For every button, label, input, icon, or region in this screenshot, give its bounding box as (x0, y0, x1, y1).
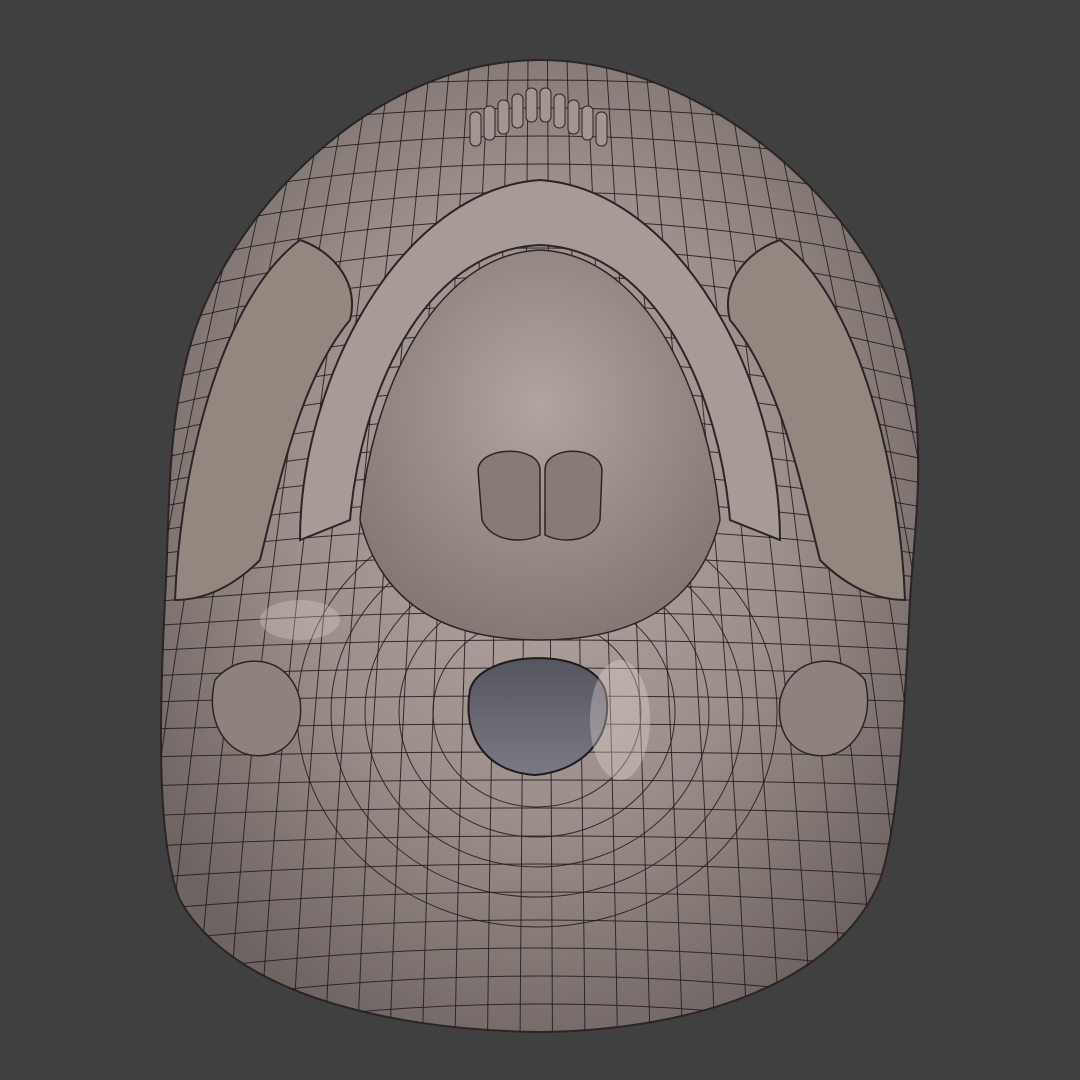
tooth (595, 111, 608, 147)
skull-mesh-render[interactable] (0, 0, 1080, 1080)
tooth (483, 105, 496, 141)
tooth (525, 87, 538, 123)
specular-highlight (590, 660, 650, 780)
tooth (567, 99, 580, 135)
tooth (539, 87, 552, 123)
specular-highlight-2 (260, 600, 340, 640)
3d-viewport[interactable] (0, 0, 1080, 1080)
left-nasal-opening (477, 450, 541, 541)
tooth (469, 111, 482, 147)
tooth (581, 105, 594, 141)
tooth (553, 93, 566, 129)
tooth (511, 93, 524, 129)
tooth (497, 99, 510, 135)
right-nasal-opening (544, 450, 603, 541)
